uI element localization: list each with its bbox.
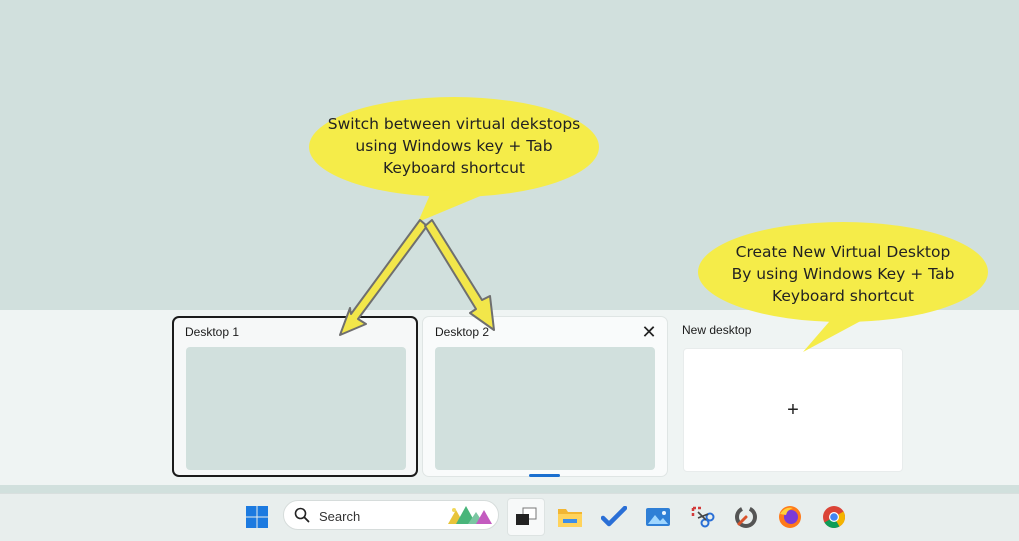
desktop-1-thumbnail[interactable] [186,347,406,470]
current-desktop-indicator [529,474,560,477]
desktop-2-card[interactable]: Desktop 2 ✕ [422,316,668,477]
taskbar: Search [0,493,1019,541]
chrome-icon[interactable] [818,501,850,533]
callout-switch-text: Switch between virtual dekstops using Wi… [309,113,599,179]
taskbar-search-box[interactable]: Search [283,500,499,530]
windows-start-icon[interactable] [241,501,273,533]
close-desktop-2-icon[interactable]: ✕ [639,322,659,342]
search-highlight-icon [448,506,492,524]
todo-icon[interactable] [598,501,630,533]
search-icon [294,507,310,523]
new-desktop-label: New desktop [682,323,752,337]
callout-create-line-3: Keyboard shortcut [771,287,915,305]
search-placeholder: Search [319,509,361,524]
callout-create-line-1: Create New Virtual Desktop [735,243,951,261]
callout-switch-line-2: using Windows key + Tab [355,137,553,155]
new-desktop-button[interactable]: + [683,348,903,472]
callout-switch-line-3: Keyboard shortcut [382,159,526,177]
strip-gap [0,485,1019,493]
desktop-2-thumbnail[interactable] [435,347,655,470]
desktop-2-label: Desktop 2 [435,325,490,339]
desktop-1-card[interactable]: Desktop 1 [172,316,418,477]
file-explorer-icon[interactable] [554,501,586,533]
ccleaner-icon[interactable] [730,501,762,533]
plus-icon: + [787,398,799,421]
snipping-tool-icon[interactable] [686,501,718,533]
callout-create-text: Create New Virtual Desktop By using Wind… [698,241,988,307]
photos-icon[interactable] [642,501,674,533]
task-view-icon[interactable] [507,498,545,536]
firefox-icon[interactable] [774,501,806,533]
desktop-1-label: Desktop 1 [185,325,240,339]
callout-create-line-2: By using Windows Key + Tab [731,265,955,283]
callout-switch-line-1: Switch between virtual dekstops [327,115,581,133]
